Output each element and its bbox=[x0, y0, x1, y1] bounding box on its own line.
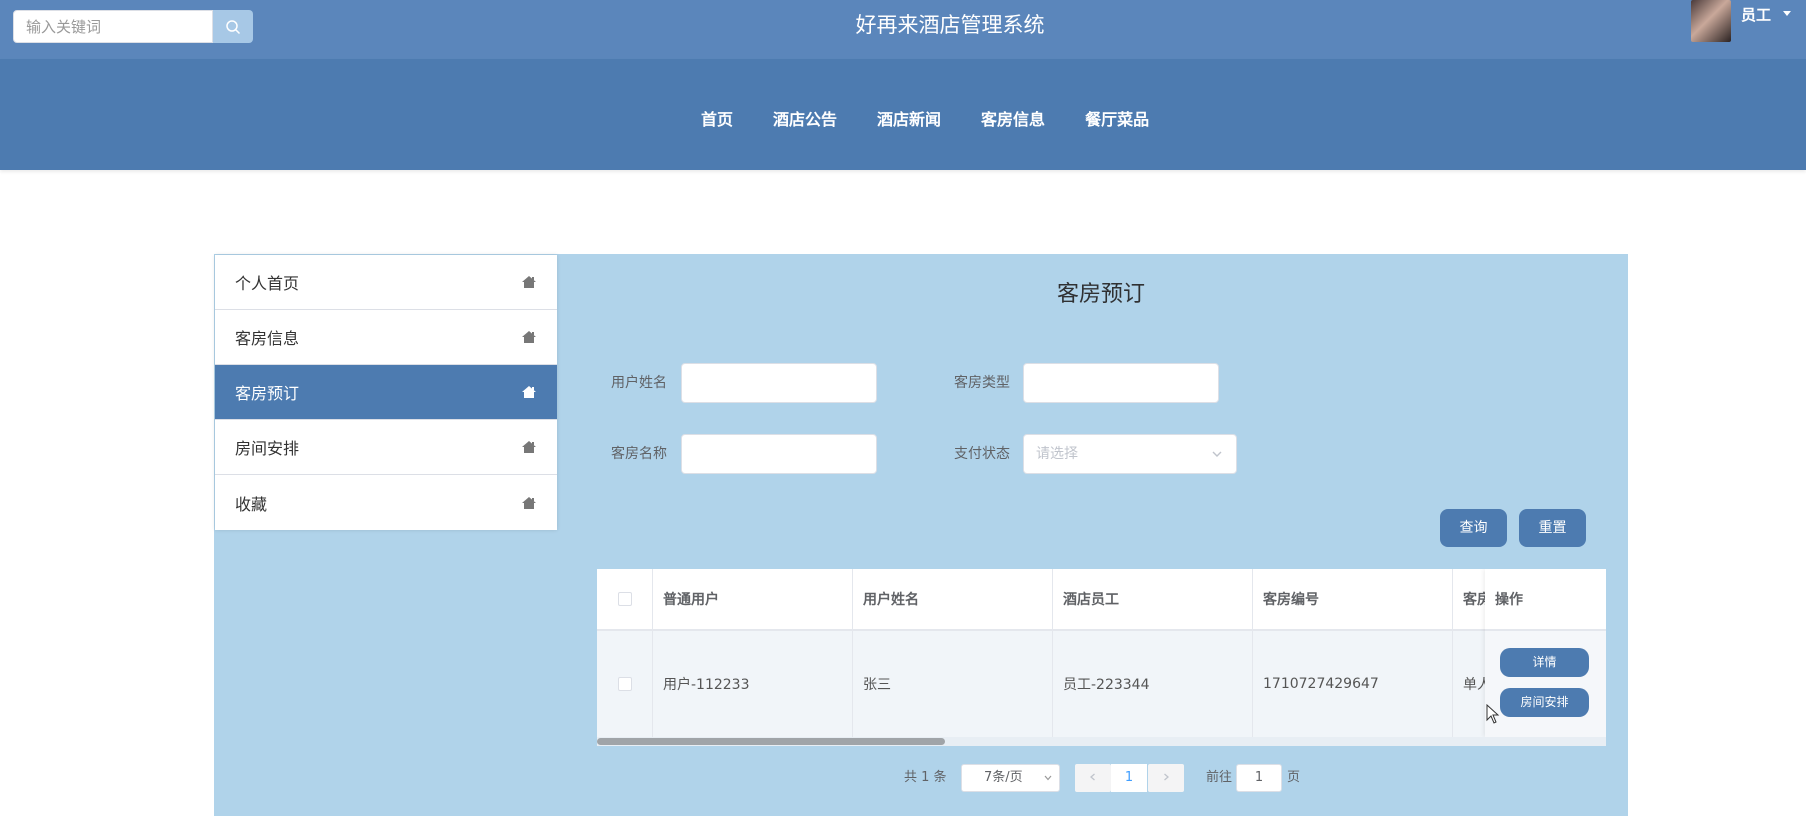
page-number-current[interactable]: 1 bbox=[1111, 764, 1147, 792]
pay-status-label: 支付状态 bbox=[954, 446, 1010, 462]
user-menu[interactable]: 员工 bbox=[1691, 0, 1792, 44]
chevron-left-icon bbox=[1090, 773, 1095, 781]
page-size-select[interactable]: 7条/页 bbox=[961, 764, 1060, 792]
table-cell: 1710727429647 bbox=[1253, 631, 1453, 737]
room-name-label: 客房名称 bbox=[611, 446, 667, 462]
page-title: 客房预订 bbox=[1056, 282, 1145, 307]
operation-column: 操作 详情 房间安排 bbox=[1485, 569, 1606, 737]
home-icon bbox=[522, 496, 536, 509]
select-all-cell bbox=[597, 569, 653, 629]
page-size-value: 7条/页 bbox=[984, 770, 1023, 785]
user-name[interactable]: 员工 bbox=[1741, 4, 1771, 25]
search-icon bbox=[226, 19, 241, 34]
table-cell: 员工-223344 bbox=[1053, 631, 1253, 737]
page-suffix: 页 bbox=[1287, 770, 1301, 785]
column-header[interactable]: 酒店员工 bbox=[1053, 569, 1253, 629]
horizontal-scrollbar[interactable] bbox=[597, 737, 1606, 746]
query-button[interactable]: 查询 bbox=[1440, 509, 1507, 547]
home-icon bbox=[522, 441, 536, 453]
table-cell: 张三 bbox=[853, 631, 1053, 737]
nav-item-news[interactable]: 酒店新闻 bbox=[877, 106, 941, 130]
reset-button[interactable]: 重置 bbox=[1519, 509, 1586, 547]
nav-item-rooms[interactable]: 客房信息 bbox=[981, 106, 1045, 130]
home-icon bbox=[522, 331, 536, 343]
room-type-label: 客房类型 bbox=[954, 375, 1010, 391]
room-name-input[interactable] bbox=[681, 434, 877, 474]
pagination-total: 共 1 条 bbox=[904, 770, 947, 785]
column-header[interactable]: 用户姓名 bbox=[853, 569, 1053, 629]
table-row: 用户-112233 张三 员工-223344 1710727429647 单人 bbox=[597, 631, 1606, 737]
scrollbar-thumb[interactable] bbox=[597, 738, 945, 745]
booking-table: 普通用户 用户姓名 酒店员工 客房编号 客房 用户-112233 张三 员工-2… bbox=[597, 569, 1606, 746]
nav-item-notices[interactable]: 酒店公告 bbox=[773, 106, 837, 130]
sidebar-item-room-info[interactable]: 客房信息 bbox=[215, 310, 557, 365]
sidebar-item-label: 个人首页 bbox=[235, 274, 300, 293]
detail-button[interactable]: 详情 bbox=[1500, 648, 1589, 677]
nav-item-home[interactable]: 首页 bbox=[701, 106, 733, 130]
main-nav: 首页 酒店公告 酒店新闻 客房信息 餐厅菜品 bbox=[0, 59, 1806, 170]
search-box bbox=[13, 10, 253, 43]
chevron-down-icon bbox=[1212, 451, 1222, 457]
pay-status-placeholder: 请选择 bbox=[1036, 446, 1078, 462]
sidebar-item-label: 收藏 bbox=[235, 494, 268, 514]
home-icon bbox=[522, 276, 536, 288]
table-header: 普通用户 用户姓名 酒店员工 客房编号 客房 bbox=[597, 569, 1606, 631]
room-arrange-button[interactable]: 房间安排 bbox=[1500, 688, 1589, 717]
select-all-checkbox[interactable] bbox=[617, 592, 632, 606]
sidebar-item-profile[interactable]: 个人首页 bbox=[215, 255, 557, 310]
goto-page-input[interactable]: 1 bbox=[1236, 764, 1282, 792]
prev-page-button[interactable] bbox=[1075, 764, 1111, 792]
row-checkbox[interactable] bbox=[617, 677, 632, 691]
sidebar-item-label: 房间安排 bbox=[235, 439, 300, 458]
mouse-cursor-icon bbox=[1486, 704, 1500, 724]
pay-status-select[interactable]: 请选择 bbox=[1023, 434, 1237, 474]
top-bar: 好再来酒店管理系统 员工 bbox=[0, 0, 1806, 59]
sidebar-item-label: 客房预订 bbox=[235, 384, 300, 403]
sidebar: 个人首页 客房信息 客房预订 房间安排 收藏 bbox=[215, 255, 557, 530]
user-name-label: 用户姓名 bbox=[611, 375, 667, 391]
avatar[interactable] bbox=[1691, 0, 1731, 42]
sidebar-item-room-arrangement[interactable]: 房间安排 bbox=[215, 420, 557, 475]
chevron-right-icon bbox=[1164, 773, 1169, 781]
room-type-input[interactable] bbox=[1023, 363, 1219, 403]
sidebar-item-room-booking[interactable]: 客房预订 bbox=[215, 365, 557, 420]
caret-down-icon[interactable] bbox=[1783, 11, 1792, 16]
next-page-button[interactable] bbox=[1148, 764, 1184, 792]
user-name-input[interactable] bbox=[681, 363, 877, 403]
site-title: 好再来酒店管理系统 bbox=[855, 13, 1045, 37]
column-header[interactable]: 普通用户 bbox=[653, 569, 853, 629]
column-header[interactable]: 客房编号 bbox=[1253, 569, 1453, 629]
sidebar-item-favorites[interactable]: 收藏 bbox=[215, 475, 557, 530]
search-button[interactable] bbox=[213, 10, 253, 43]
home-icon bbox=[522, 386, 536, 398]
chevron-down-icon bbox=[1044, 775, 1052, 781]
sidebar-item-label: 客房信息 bbox=[235, 329, 300, 348]
goto-label: 前往 bbox=[1206, 770, 1233, 785]
nav-item-dishes[interactable]: 餐厅菜品 bbox=[1085, 106, 1149, 130]
row-select-cell bbox=[597, 631, 653, 737]
table-cell: 用户-112233 bbox=[653, 631, 853, 737]
op-column-header: 操作 bbox=[1485, 569, 1606, 631]
search-input[interactable] bbox=[13, 10, 213, 43]
